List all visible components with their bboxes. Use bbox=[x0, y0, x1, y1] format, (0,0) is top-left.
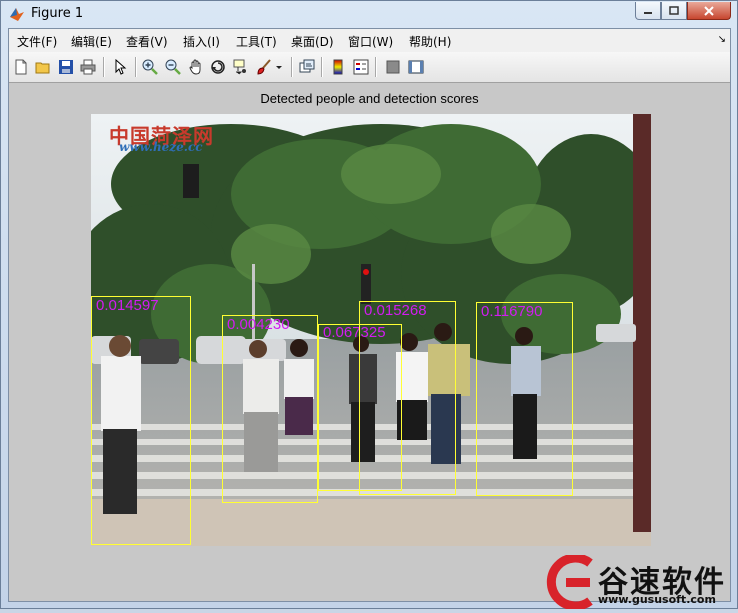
watermark-url: www.heze.cc bbox=[119, 140, 203, 154]
minimize-icon bbox=[644, 11, 652, 14]
menu-file[interactable]: 文件(F) bbox=[17, 33, 57, 50]
detection-box bbox=[476, 302, 573, 496]
zoom-out-icon[interactable] bbox=[164, 58, 182, 76]
menu-help[interactable]: 帮助(H) bbox=[409, 33, 451, 50]
menu-bar: 文件(F) 编辑(E) 查看(V) 插入(I) 工具(T) 桌面(D) 窗口(W… bbox=[9, 29, 730, 52]
window-title: Figure 1 bbox=[31, 6, 84, 21]
legend-icon[interactable] bbox=[352, 58, 370, 76]
menu-view[interactable]: 查看(V) bbox=[126, 33, 168, 50]
toolbar-separator bbox=[291, 57, 293, 77]
menu-insert[interactable]: 插入(I) bbox=[183, 33, 220, 50]
detection-box bbox=[91, 296, 191, 545]
brush-icon[interactable] bbox=[255, 58, 273, 76]
detection-score: 0.116790 bbox=[481, 303, 543, 320]
toolbar-separator bbox=[103, 57, 105, 77]
close-button[interactable] bbox=[687, 2, 731, 20]
toolbar-separator bbox=[375, 57, 377, 77]
detection-box bbox=[359, 301, 456, 495]
figure-title: Detected people and detection scores bbox=[260, 91, 479, 106]
link-plot-icon[interactable] bbox=[298, 58, 316, 76]
brand-url: www.gususoft.com bbox=[598, 593, 716, 606]
data-cursor-icon[interactable] bbox=[232, 58, 250, 76]
toolbar-separator bbox=[135, 57, 137, 77]
menu-desktop[interactable]: 桌面(D) bbox=[291, 33, 334, 50]
rotate-3d-icon[interactable] bbox=[209, 58, 227, 76]
title-bar[interactable]: Figure 1 bbox=[1, 1, 737, 27]
maximize-icon bbox=[669, 6, 679, 15]
colorbar-icon[interactable] bbox=[329, 58, 347, 76]
figure-toolbar bbox=[9, 52, 730, 83]
new-figure-icon[interactable] bbox=[12, 58, 30, 76]
open-file-icon[interactable] bbox=[34, 58, 52, 76]
menu-tools[interactable]: 工具(T) bbox=[236, 33, 277, 50]
print-icon[interactable] bbox=[79, 58, 97, 76]
save-icon[interactable] bbox=[57, 58, 75, 76]
edit-plot-arrow-icon[interactable] bbox=[111, 58, 129, 76]
figure-client-area: 文件(F) 编辑(E) 查看(V) 插入(I) 工具(T) 桌面(D) 窗口(W… bbox=[8, 28, 731, 602]
pan-hand-icon[interactable] bbox=[187, 58, 205, 76]
detection-score: 0.004230 bbox=[227, 316, 290, 333]
detection-box bbox=[222, 315, 318, 503]
brush-dropdown-icon[interactable] bbox=[275, 58, 283, 76]
minimize-button[interactable] bbox=[635, 2, 661, 20]
maximize-button[interactable] bbox=[661, 2, 687, 20]
menu-window[interactable]: 窗口(W) bbox=[348, 33, 393, 50]
menu-dock-arrow-icon[interactable]: ↘ bbox=[718, 34, 726, 45]
show-plot-tools-icon[interactable] bbox=[407, 58, 425, 76]
close-icon bbox=[704, 5, 714, 16]
menu-edit[interactable]: 编辑(E) bbox=[71, 33, 112, 50]
detection-image: 中国菏泽网 www.heze.cc 0.014597 0.004230 0.06… bbox=[91, 114, 651, 546]
hide-plot-tools-icon[interactable] bbox=[384, 58, 402, 76]
detection-score: 0.014597 bbox=[96, 297, 159, 314]
detection-score: 0.015268 bbox=[364, 302, 427, 319]
toolbar-separator bbox=[321, 57, 323, 77]
figure-window: Figure 1 文件(F) 编辑(E) 查看(V) 插入(I) 工具(T) 桌… bbox=[0, 0, 738, 609]
matlab-logo-icon bbox=[10, 8, 24, 21]
zoom-in-icon[interactable] bbox=[141, 58, 159, 76]
brand-logo-icon bbox=[546, 553, 593, 611]
brand-watermark: 谷速软件 www.gususoft.com bbox=[540, 553, 738, 611]
